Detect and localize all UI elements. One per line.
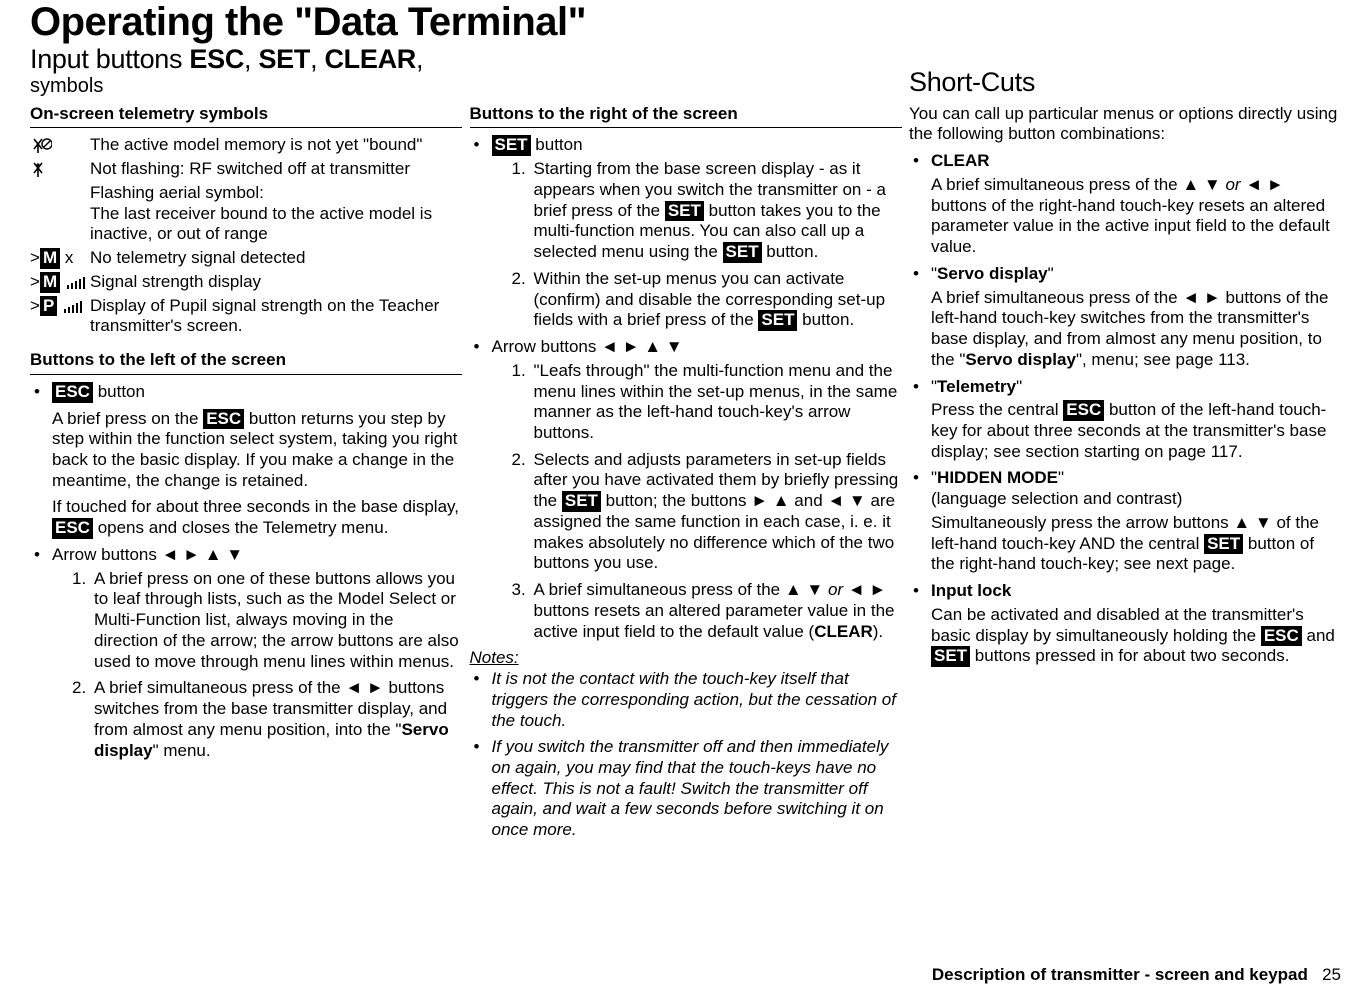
list-item: ESC button A brief press on the ESC butt…	[30, 382, 462, 539]
list-item: "HIDDEN MODE" (language selection and co…	[909, 468, 1341, 575]
symbol-desc: Flashing aerial symbol: The last receive…	[90, 183, 462, 248]
list-item: If you switch the transmitter off and th…	[470, 737, 902, 841]
esc-badge: ESC	[1261, 626, 1302, 647]
subtitle-set: SET	[258, 44, 310, 74]
antenna-icon	[30, 159, 90, 183]
list-item: 1.A brief press on one of these buttons …	[52, 569, 462, 673]
m-x-icon: >M x	[30, 248, 90, 272]
subtitle-clear: CLEAR	[324, 44, 416, 74]
list-item: 2.A brief simultaneous press of the ◄ ► …	[52, 678, 462, 761]
symbols-label: symbols	[30, 75, 586, 98]
set-badge: SET	[758, 310, 797, 331]
telemetry-title: Telemetry	[937, 377, 1016, 396]
p-signal-icon: >P	[30, 296, 90, 340]
list-item: CLEAR A brief simultaneous press of the …	[909, 151, 1341, 258]
list-item: It is not the contact with the touch-key…	[470, 669, 902, 731]
list-item: "Telemetry" Press the central ESC button…	[909, 377, 1341, 463]
set-badge: SET	[1204, 534, 1243, 555]
symbol-desc: Not flashing: RF switched off at transmi…	[90, 159, 462, 183]
esc-badge: ESC	[1063, 400, 1104, 421]
section-right-buttons: Buttons to the right of the screen	[470, 104, 902, 129]
esc-badge: ESC	[52, 518, 93, 539]
set-badge: SET	[723, 242, 762, 263]
list-item: 2.Within the set-up menus you can activa…	[492, 269, 902, 331]
list-item: 3.A brief simultaneous press of the ▲ ▼ …	[492, 580, 902, 642]
shortcuts-heading: Short-Cuts	[909, 67, 1341, 98]
subtitle-prefix: Input buttons	[30, 44, 189, 74]
list-item: Input lock Can be activated and disabled…	[909, 581, 1341, 667]
set-badge: SET	[492, 135, 531, 156]
list-item: 1."Leafs through" the multi-function men…	[492, 361, 902, 444]
footer-label: Description of transmitter - screen and …	[932, 965, 1308, 984]
input-lock-title: Input lock	[931, 581, 1011, 600]
page-number: 25	[1322, 965, 1341, 984]
symbol-desc: The active model memory is not yet "boun…	[90, 135, 462, 159]
hidden-mode-title: HIDDEN MODE	[937, 468, 1058, 487]
m-signal-icon: >M	[30, 272, 90, 296]
set-badge: SET	[665, 201, 704, 222]
subtitle-esc: ESC	[189, 44, 244, 74]
set-badge: SET	[931, 646, 970, 667]
list-item: 1.Starting from the base screen display …	[492, 159, 902, 263]
arrow-buttons-label: Arrow buttons ◄ ► ▲ ▼	[492, 337, 683, 356]
page-footer: Description of transmitter - screen and …	[932, 965, 1341, 985]
symbol-desc: Display of Pupil signal strength on the …	[90, 296, 462, 340]
clear-title: CLEAR	[931, 151, 990, 170]
list-item: Arrow buttons ◄ ► ▲ ▼ 1."Leafs through" …	[470, 337, 902, 642]
list-item: SET button 1.Starting from the base scre…	[470, 135, 902, 331]
esc-badge: ESC	[52, 382, 93, 403]
page-title: Operating the "Data Terminal"	[30, 0, 586, 45]
notes-heading: Notes:	[470, 648, 902, 669]
antenna-crossed-icon	[30, 135, 90, 159]
list-item: Arrow buttons ◄ ► ▲ ▼ 1.A brief press on…	[30, 545, 462, 761]
set-badge: SET	[562, 491, 601, 512]
symbol-desc: No telemetry signal detected	[90, 248, 462, 272]
telemetry-symbols-table: The active model memory is not yet "boun…	[30, 135, 462, 340]
arrow-buttons-label: Arrow buttons ◄ ► ▲ ▼	[52, 545, 243, 564]
section-telemetry-symbols: On-screen telemetry symbols	[30, 104, 462, 129]
shortcuts-intro: You can call up particular menus or opti…	[909, 104, 1341, 145]
symbol-desc: Signal strength display	[90, 272, 462, 296]
section-left-buttons: Buttons to the left of the screen	[30, 350, 462, 375]
page-subtitle: Input buttons ESC, SET, CLEAR,	[30, 45, 586, 75]
servo-display-title: Servo display	[937, 264, 1048, 283]
esc-badge: ESC	[203, 409, 244, 430]
list-item: 2.Selects and adjusts parameters in set-…	[492, 450, 902, 574]
list-item: "Servo display" A brief simultaneous pre…	[909, 264, 1341, 371]
